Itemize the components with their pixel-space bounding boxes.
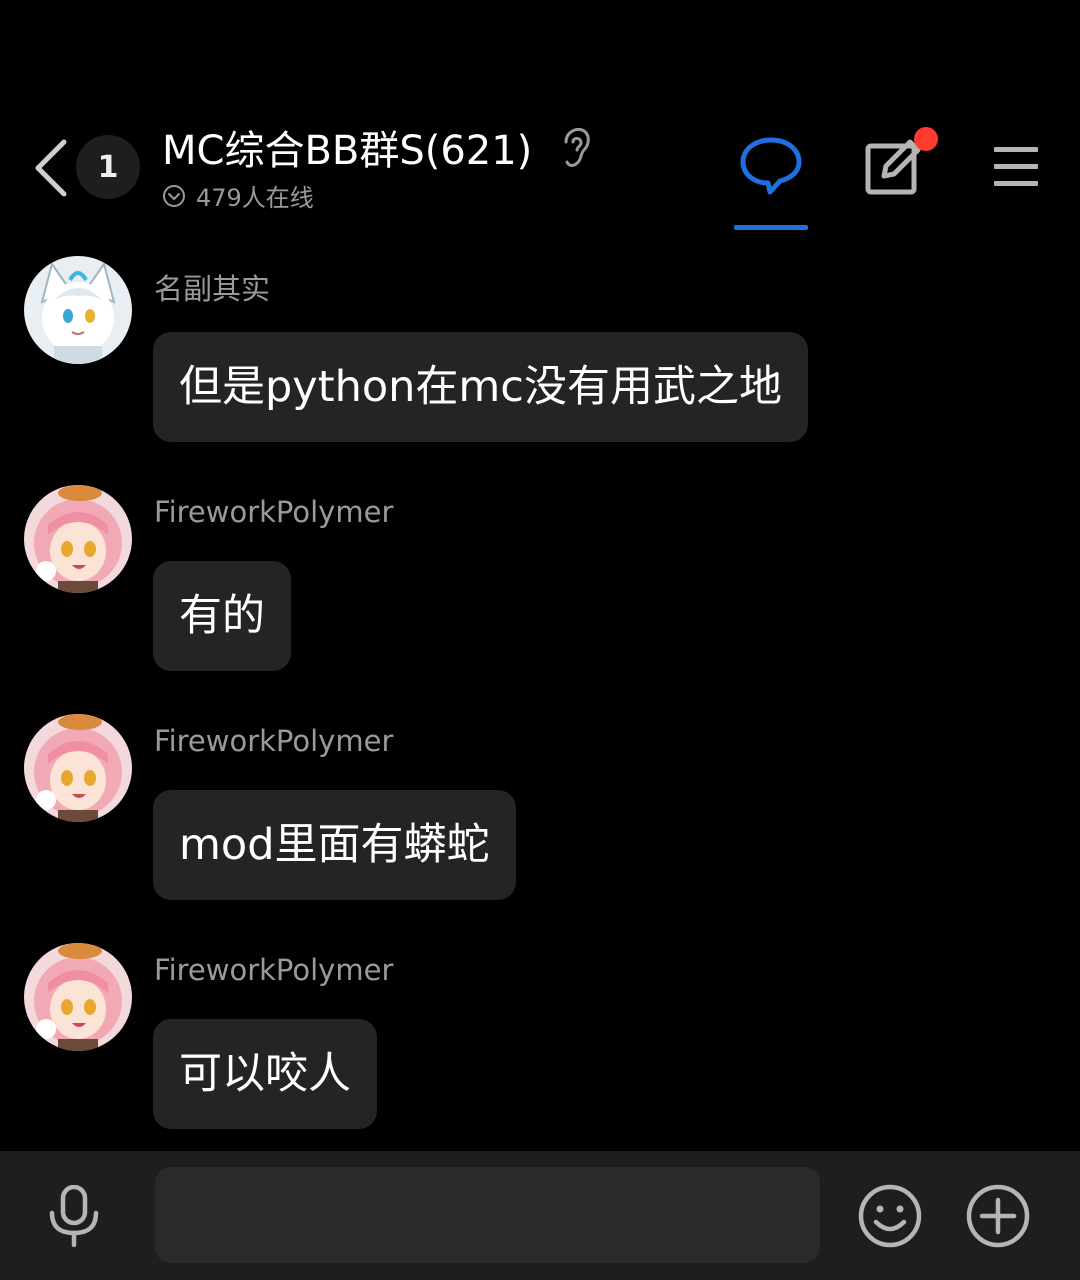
notification-dot xyxy=(914,127,938,151)
plus-circle-icon xyxy=(966,1184,1030,1248)
message-bubble[interactable]: 可以咬人 xyxy=(153,1019,377,1129)
message-bubble[interactable]: 但是python在mc没有用武之地 xyxy=(153,332,808,442)
emoji-button[interactable] xyxy=(858,1184,922,1248)
hamburger-menu-icon xyxy=(994,147,1038,186)
online-count: 479人在线 xyxy=(196,184,314,212)
avatar[interactable] xyxy=(24,714,132,822)
unread-count-badge[interactable]: 1 xyxy=(76,135,140,199)
active-tab-indicator xyxy=(734,225,808,230)
message-bubble[interactable]: 有的 xyxy=(153,561,291,671)
white-cat-avatar-icon xyxy=(24,256,132,364)
message-input[interactable] xyxy=(155,1167,820,1263)
smiley-face-icon xyxy=(858,1184,922,1248)
sender-name: FireworkPolymer xyxy=(154,953,394,987)
chevron-down-circle-icon xyxy=(163,184,185,207)
menu-button[interactable] xyxy=(992,145,1040,189)
more-options-button[interactable] xyxy=(966,1184,1030,1248)
pink-hair-avatar-icon xyxy=(24,943,132,1051)
input-bar xyxy=(0,1151,1080,1280)
tab-compose[interactable] xyxy=(862,127,938,202)
voice-button[interactable] xyxy=(46,1184,102,1248)
avatar[interactable] xyxy=(24,943,132,1051)
sender-name: FireworkPolymer xyxy=(154,495,394,529)
ear-icon[interactable] xyxy=(556,126,596,170)
tab-chat[interactable] xyxy=(734,134,808,230)
online-status[interactable]: 479人在线 xyxy=(162,178,314,213)
pink-hair-avatar-icon xyxy=(24,485,132,593)
chevron-left-icon xyxy=(35,139,67,197)
sender-name: 名副其实 xyxy=(154,272,271,306)
back-button[interactable] xyxy=(30,136,74,200)
message-bubble[interactable]: mod里面有蟒蛇 xyxy=(153,790,516,900)
group-title-area[interactable]: MC综合BB群S(621) xyxy=(162,126,532,176)
chat-header: 1 MC综合BB群S(621) 479人在线 xyxy=(0,0,1080,240)
chat-bubble-icon xyxy=(740,137,802,195)
avatar[interactable] xyxy=(24,485,132,593)
sender-name: FireworkPolymer xyxy=(154,724,394,758)
avatar[interactable] xyxy=(24,256,132,364)
microphone-icon xyxy=(49,1184,99,1248)
group-title: MC综合BB群S(621) xyxy=(162,128,533,174)
pink-hair-avatar-icon xyxy=(24,714,132,822)
